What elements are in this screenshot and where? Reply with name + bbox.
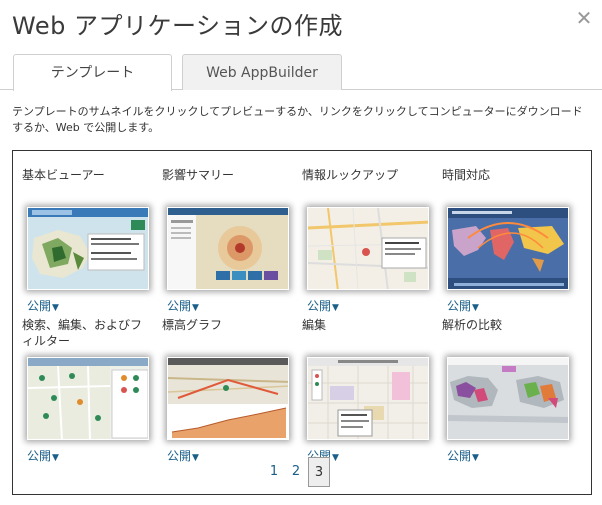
elevation-profile-preview-image (168, 358, 288, 439)
publish-link[interactable]: 公開▼ (27, 447, 59, 464)
page-1-link[interactable]: 1 (263, 457, 285, 487)
template-title: 基本ビューアー (22, 168, 105, 182)
template-thumbnail[interactable] (167, 207, 289, 290)
publish-link[interactable]: 公開▼ (447, 447, 479, 464)
template-card: 影響サマリー 公開▼ (162, 167, 289, 313)
publish-link[interactable]: 公開▼ (447, 297, 479, 314)
info-lookup-preview-image (308, 208, 428, 289)
template-thumbnail[interactable] (27, 207, 149, 290)
basic-viewer-preview-image (28, 208, 148, 289)
publish-link[interactable]: 公開▼ (307, 297, 339, 314)
caret-down-icon: ▼ (332, 303, 339, 313)
template-card: 標高グラフ 公開▼ (162, 317, 289, 463)
template-card: 解析の比較 公開▼ (442, 317, 569, 463)
page-3-current[interactable]: 3 (308, 457, 330, 487)
page-2-link[interactable]: 2 (285, 457, 307, 487)
template-thumbnail[interactable] (447, 207, 569, 290)
dialog-title: Web アプリケーションの作成 (12, 12, 343, 40)
description-text: テンプレートのサムネイルをクリックしてプレビューするか、リンクをクリックしてコン… (12, 105, 583, 134)
template-card: 検索、編集、およびフィルター 公開▼ (22, 317, 149, 463)
close-icon[interactable]: ✕ (574, 8, 594, 28)
template-card: 基本ビューアー 公開▼ (22, 167, 149, 313)
publish-link[interactable]: 公開▼ (27, 297, 59, 314)
template-title: 編集 (302, 318, 327, 332)
publish-link[interactable]: 公開▼ (167, 447, 199, 464)
template-title: 時間対応 (442, 168, 491, 182)
impact-summary-preview-image (168, 208, 288, 289)
caret-down-icon: ▼ (192, 453, 199, 463)
template-card: 時間対応 公開▼ (442, 167, 569, 313)
template-card: 情報ルックアップ 公開▼ (302, 167, 429, 313)
template-title: 解析の比較 (442, 318, 503, 332)
template-title: 検索、編集、およびフィルター (22, 318, 143, 348)
caret-down-icon: ▼ (332, 453, 339, 463)
template-title: 情報ルックアップ (302, 168, 399, 182)
create-web-app-dialog: Web アプリケーションの作成 ✕ テンプレート Web AppBuilder … (0, 0, 602, 505)
publish-link[interactable]: 公開▼ (167, 297, 199, 314)
template-gallery: 基本ビューアー 公開▼ 影響サマリー 公開▼ 情報ルックアップ 公開▼ 時間対応… (12, 150, 592, 495)
caret-down-icon: ▼ (472, 453, 479, 463)
time-aware-preview-image (448, 208, 568, 289)
template-thumbnail[interactable] (27, 357, 149, 440)
template-thumbnail[interactable] (447, 357, 569, 440)
tab-bar: テンプレート Web AppBuilder (0, 54, 602, 91)
tab-web-appbuilder[interactable]: Web AppBuilder (182, 54, 342, 90)
template-thumbnail[interactable] (167, 357, 289, 440)
template-title: 影響サマリー (162, 168, 235, 182)
caret-down-icon: ▼ (52, 453, 59, 463)
edit-preview-image (308, 358, 428, 439)
template-thumbnail[interactable] (307, 207, 429, 290)
caret-down-icon: ▼ (52, 303, 59, 313)
search-edit-filter-preview-image (28, 358, 148, 439)
caret-down-icon: ▼ (192, 303, 199, 313)
tab-templates[interactable]: テンプレート (13, 54, 172, 91)
compare-analysis-preview-image (448, 358, 568, 439)
template-card: 編集 公開▼ (302, 317, 429, 463)
template-title: 標高グラフ (162, 318, 223, 332)
caret-down-icon: ▼ (472, 303, 479, 313)
template-thumbnail[interactable] (307, 357, 429, 440)
